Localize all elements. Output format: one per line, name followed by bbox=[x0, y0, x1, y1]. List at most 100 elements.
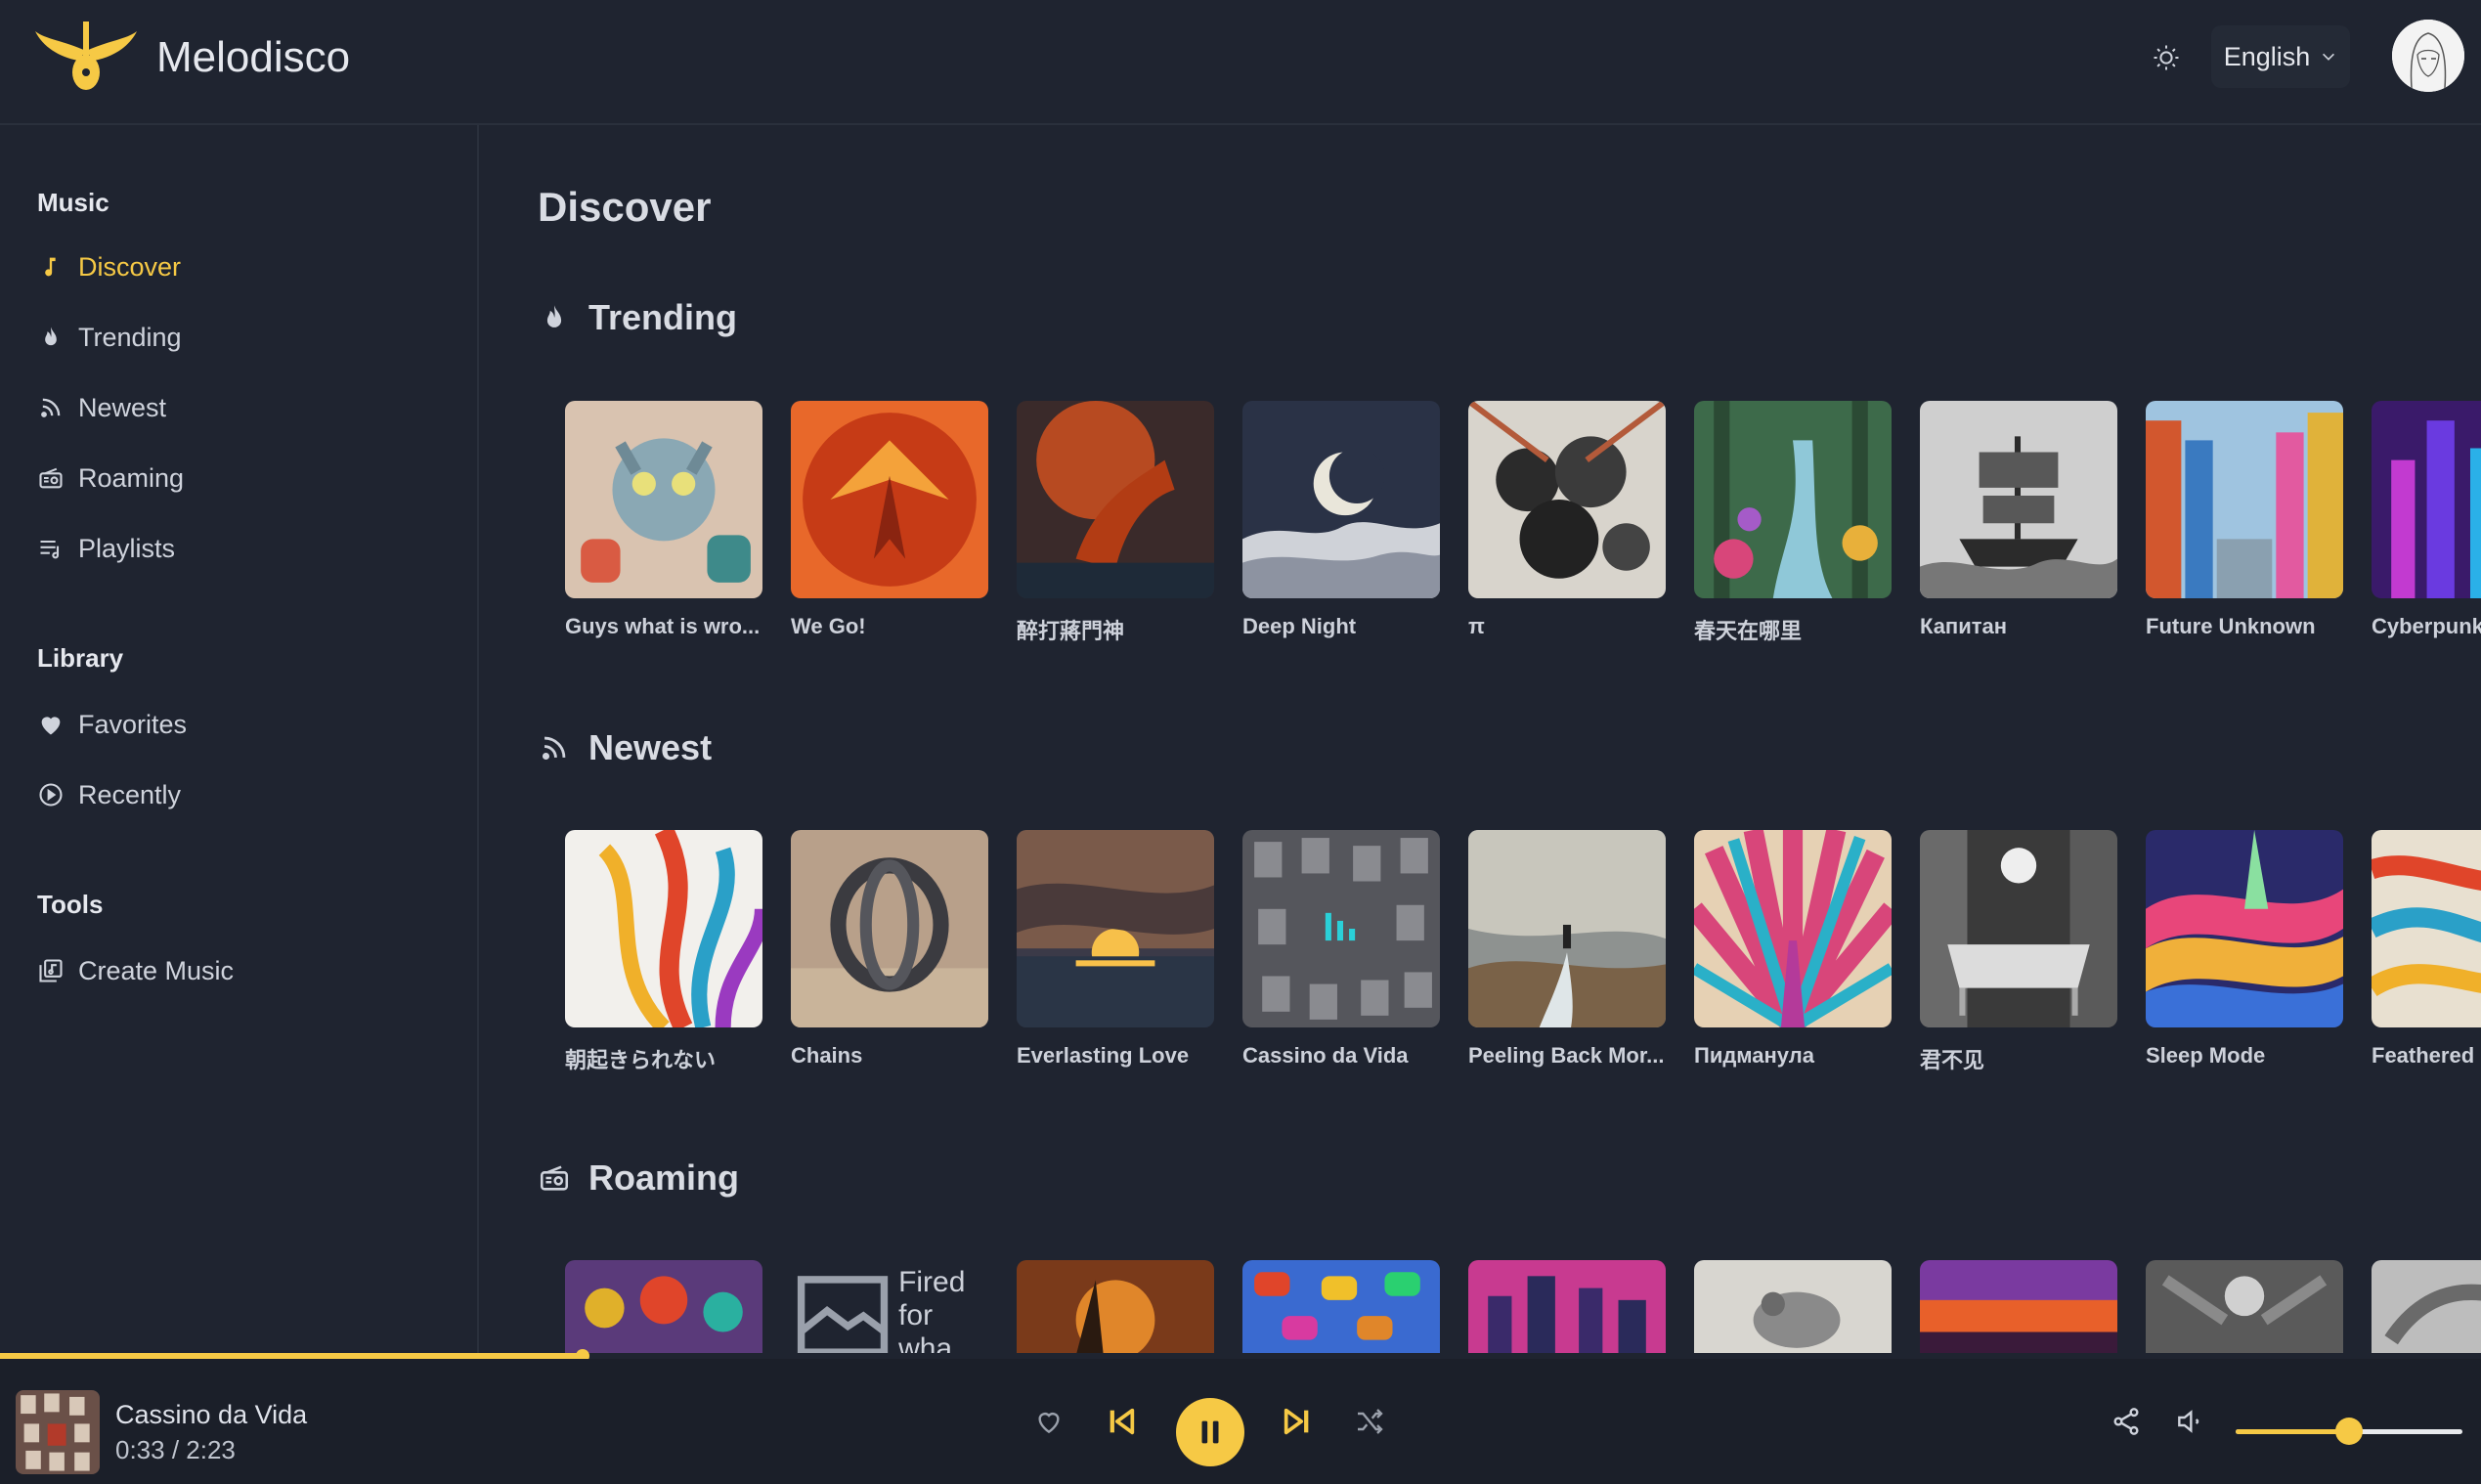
album-cover[interactable] bbox=[1017, 401, 1214, 598]
song-card[interactable]: Future Unknown bbox=[2146, 401, 2343, 645]
album-cover[interactable] bbox=[1694, 830, 1892, 1027]
app-title[interactable]: Melodisco bbox=[156, 33, 350, 82]
album-cover[interactable] bbox=[1242, 830, 1440, 1027]
album-cover[interactable] bbox=[565, 1260, 762, 1353]
pause-button[interactable] bbox=[1176, 1398, 1244, 1466]
song-title[interactable]: Feathered bbox=[2372, 1043, 2481, 1069]
song-title[interactable]: 醉打蔣門神 bbox=[1017, 614, 1214, 645]
song-card[interactable]: Fired for wha bbox=[791, 1260, 988, 1353]
album-cover[interactable] bbox=[1017, 830, 1214, 1027]
language-select[interactable]: English bbox=[2211, 25, 2350, 88]
song-title[interactable]: Cassino da Vida bbox=[1242, 1043, 1440, 1069]
album-cover[interactable] bbox=[2146, 401, 2343, 598]
sidebar-item-create-music[interactable]: Create Music bbox=[37, 946, 234, 995]
song-card[interactable]: 朝起きられない bbox=[565, 830, 762, 1074]
next-track-icon[interactable] bbox=[1278, 1402, 1317, 1441]
song-card[interactable] bbox=[1468, 1260, 1666, 1353]
album-cover[interactable] bbox=[565, 401, 762, 598]
album-cover[interactable] bbox=[1694, 1260, 1892, 1353]
song-title[interactable]: Cyberpunk bbox=[2372, 614, 2481, 639]
song-card[interactable]: Cyberpunk bbox=[2372, 401, 2481, 645]
now-playing-title[interactable]: Cassino da Vida bbox=[115, 1400, 307, 1430]
song-title[interactable]: π bbox=[1468, 614, 1666, 639]
song-card[interactable]: Guys what is wro... bbox=[565, 401, 762, 645]
song-card[interactable]: 春天在哪里 bbox=[1694, 401, 1892, 645]
album-cover[interactable] bbox=[2146, 1260, 2343, 1353]
song-card[interactable] bbox=[1242, 1260, 1440, 1353]
favorite-heart-icon[interactable] bbox=[1029, 1402, 1068, 1441]
song-card[interactable] bbox=[2146, 1260, 2343, 1353]
song-card[interactable] bbox=[1694, 1260, 1892, 1353]
shuffle-icon[interactable] bbox=[1350, 1402, 1389, 1441]
song-card[interactable]: Cassino da Vida bbox=[1242, 830, 1440, 1074]
song-title[interactable]: Peeling Back Mor... bbox=[1468, 1043, 1666, 1069]
sidebar-item-newest[interactable]: Newest bbox=[37, 383, 166, 432]
broken-image[interactable]: Fired for wha bbox=[791, 1260, 988, 1353]
song-card[interactable] bbox=[1017, 1260, 1214, 1353]
song-card[interactable]: Chains bbox=[791, 830, 988, 1074]
album-cover[interactable] bbox=[1017, 1260, 1214, 1353]
song-title[interactable]: Guys what is wro... bbox=[565, 614, 762, 639]
song-card[interactable]: Капитан bbox=[1920, 401, 2117, 645]
song-card[interactable] bbox=[1920, 1260, 2117, 1353]
song-title[interactable]: Deep Night bbox=[1242, 614, 1440, 639]
top-bar: Melodisco English bbox=[0, 0, 2481, 125]
album-cover[interactable] bbox=[1920, 1260, 2117, 1353]
album-cover[interactable] bbox=[791, 830, 988, 1027]
volume-slider-fill bbox=[2236, 1429, 2349, 1434]
share-icon[interactable] bbox=[2107, 1402, 2146, 1441]
song-card[interactable]: Пидманула bbox=[1694, 830, 1892, 1074]
sidebar-item-roaming[interactable]: Roaming bbox=[37, 454, 184, 502]
trending-heading: Trending bbox=[538, 297, 737, 338]
song-title[interactable]: Пидманула bbox=[1694, 1043, 1892, 1069]
album-cover[interactable] bbox=[2372, 830, 2481, 1027]
album-cover[interactable] bbox=[2372, 401, 2481, 598]
song-title[interactable]: Sleep Mode bbox=[2146, 1043, 2343, 1069]
song-title[interactable]: Future Unknown bbox=[2146, 614, 2343, 639]
sidebar-item-playlists[interactable]: Playlists bbox=[37, 524, 175, 573]
album-cover[interactable] bbox=[1468, 1260, 1666, 1353]
song-title[interactable]: We Go! bbox=[791, 614, 988, 639]
roaming-title: Roaming bbox=[588, 1157, 740, 1198]
song-card[interactable]: π bbox=[1468, 401, 1666, 645]
album-cover[interactable] bbox=[2372, 1260, 2481, 1353]
album-cover[interactable] bbox=[1920, 830, 2117, 1027]
album-cover[interactable] bbox=[1468, 401, 1666, 598]
previous-track-icon[interactable] bbox=[1102, 1402, 1141, 1441]
song-card[interactable] bbox=[565, 1260, 762, 1353]
user-avatar[interactable] bbox=[2392, 20, 2464, 92]
now-playing-cover[interactable] bbox=[16, 1390, 100, 1474]
song-title[interactable]: 君不见 bbox=[1920, 1043, 2117, 1074]
song-title[interactable]: Everlasting Love bbox=[1017, 1043, 1214, 1069]
song-card[interactable]: Feathered bbox=[2372, 830, 2481, 1074]
sidebar-item-favorites[interactable]: Favorites bbox=[37, 700, 187, 749]
song-card[interactable]: 君不见 bbox=[1920, 830, 2117, 1074]
song-card[interactable]: Peeling Back Mor... bbox=[1468, 830, 1666, 1074]
album-cover[interactable] bbox=[1920, 401, 2117, 598]
guitar-wings-logo[interactable] bbox=[35, 22, 137, 94]
song-card[interactable]: We Go! bbox=[791, 401, 988, 645]
album-cover[interactable] bbox=[1242, 401, 1440, 598]
song-title[interactable]: 春天在哪里 bbox=[1694, 614, 1892, 645]
theme-toggle-sun-icon[interactable] bbox=[2146, 37, 2187, 78]
song-title[interactable]: Капитан bbox=[1920, 614, 2117, 639]
song-card[interactable]: Sleep Mode bbox=[2146, 830, 2343, 1074]
sidebar-item-trending[interactable]: Trending bbox=[37, 313, 182, 362]
album-cover[interactable] bbox=[2146, 830, 2343, 1027]
song-card[interactable]: Deep Night bbox=[1242, 401, 1440, 645]
album-cover[interactable] bbox=[791, 401, 988, 598]
song-card[interactable]: 醉打蔣門神 bbox=[1017, 401, 1214, 645]
song-title[interactable]: Chains bbox=[791, 1043, 988, 1069]
album-cover[interactable] bbox=[565, 830, 762, 1027]
volume-icon[interactable] bbox=[2170, 1402, 2209, 1441]
song-card[interactable] bbox=[2372, 1260, 2481, 1353]
sidebar-item-discover[interactable]: Discover bbox=[37, 242, 181, 291]
song-card[interactable]: Everlasting Love bbox=[1017, 830, 1214, 1074]
album-cover[interactable] bbox=[1468, 830, 1666, 1027]
sidebar-item-label: Recently bbox=[78, 779, 182, 809]
album-cover[interactable] bbox=[1242, 1260, 1440, 1353]
album-cover[interactable] bbox=[1694, 401, 1892, 598]
song-title[interactable]: 朝起きられない bbox=[565, 1043, 762, 1074]
volume-slider-handle[interactable] bbox=[2335, 1418, 2363, 1445]
sidebar-item-recently[interactable]: Recently bbox=[37, 770, 181, 819]
